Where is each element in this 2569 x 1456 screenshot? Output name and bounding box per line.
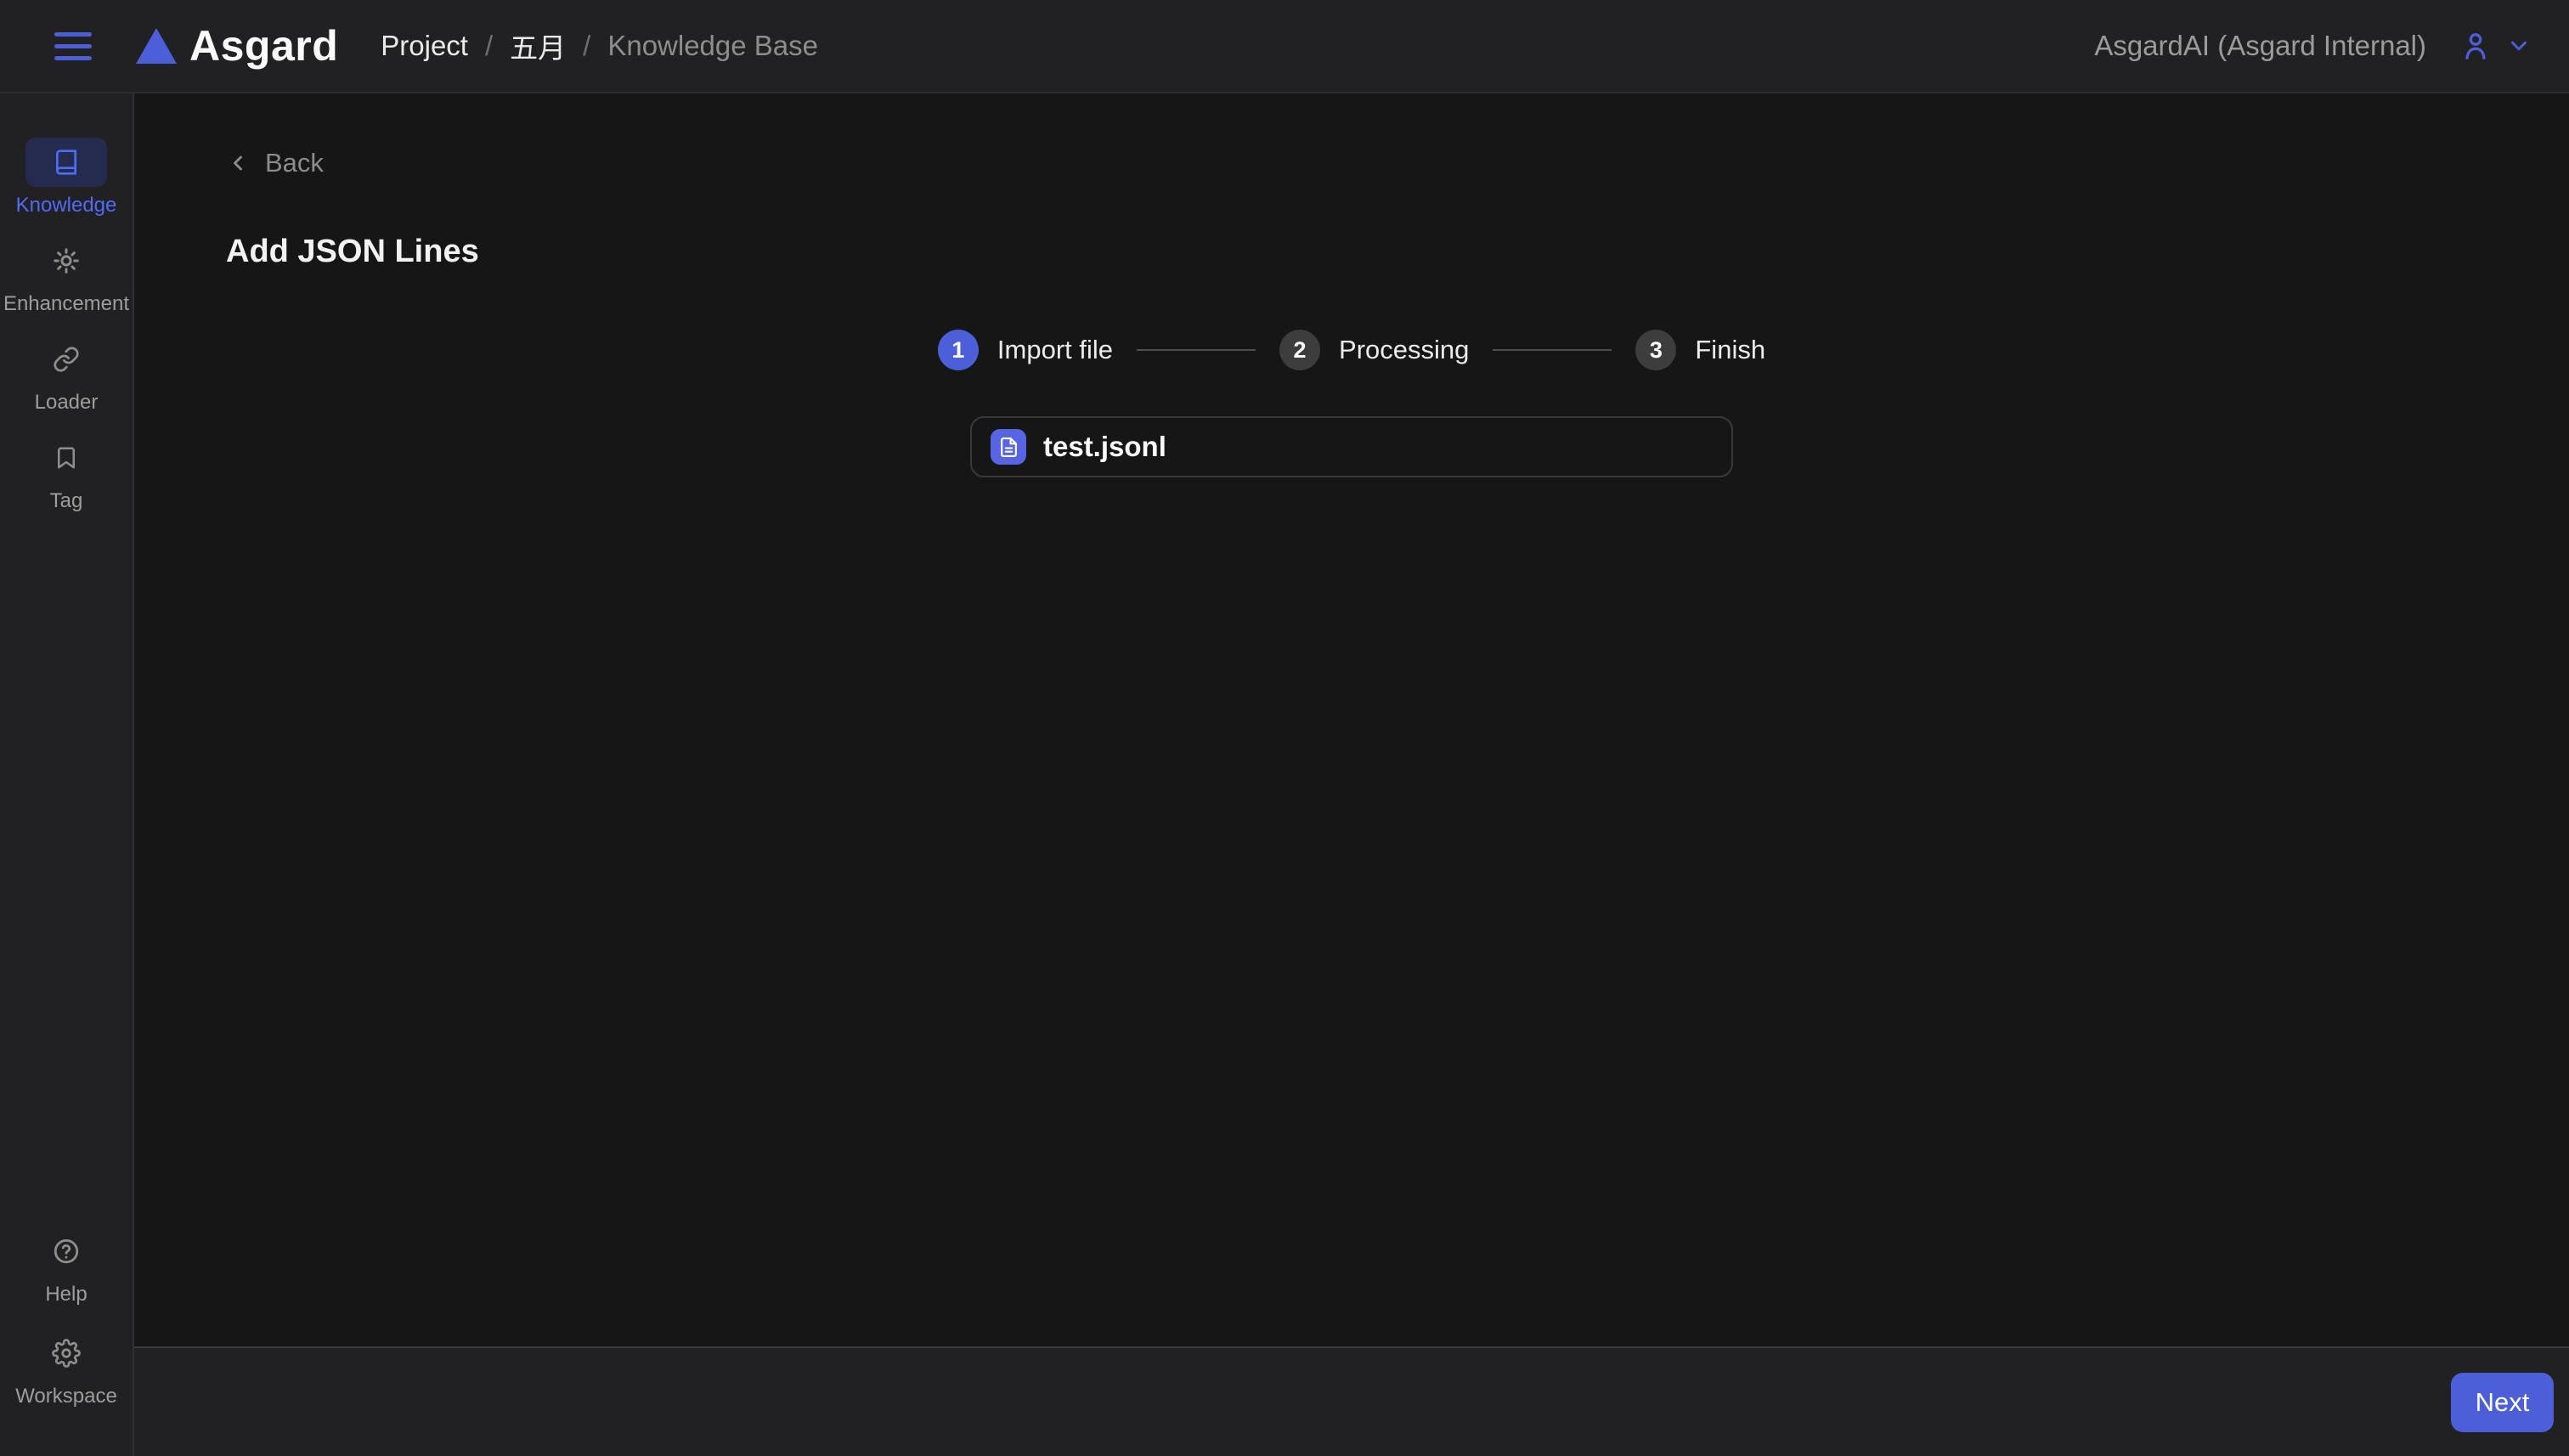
step-processing: 2 Processing	[1279, 330, 1469, 370]
step-label: Finish	[1695, 335, 1765, 365]
file-document-icon	[991, 429, 1026, 465]
book-icon	[25, 138, 107, 187]
question-circle-icon	[25, 1227, 107, 1276]
page-title: Add JSON Lines	[226, 234, 2569, 270]
sidebar: Knowledge Enhancement	[0, 93, 134, 1456]
sidebar-item-label: Tag	[50, 489, 83, 513]
breadcrumb-separator: /	[583, 30, 590, 62]
footer-bar: Next	[134, 1346, 2569, 1456]
main-content: Back Add JSON Lines 1 Import file 2 Proc…	[134, 93, 2569, 1346]
step-number-badge: 2	[1279, 330, 1320, 370]
selected-file-field[interactable]: test.jsonl	[970, 416, 1733, 477]
logo-text: Asgard	[189, 21, 338, 71]
step-number-badge: 3	[1635, 330, 1676, 370]
asgard-logo[interactable]: Asgard	[136, 21, 338, 71]
account-label: AsgardAI (Asgard Internal)	[2094, 30, 2426, 62]
sidebar-bottom-group: Help Workspace	[0, 1227, 133, 1408]
breadcrumb-current-page: Knowledge Base	[607, 30, 818, 62]
person-icon	[2459, 28, 2493, 64]
import-stepper: 1 Import file 2 Processing 3 Finish	[938, 330, 1765, 370]
logo-triangle-icon	[136, 28, 177, 64]
file-name: test.jsonl	[1043, 431, 1166, 463]
step-label: Import file	[997, 335, 1113, 365]
menu-hamburger-icon[interactable]	[54, 32, 92, 60]
sun-icon	[25, 236, 107, 285]
sidebar-item-label: Help	[45, 1283, 87, 1306]
sidebar-item-knowledge[interactable]: Knowledge	[0, 138, 133, 217]
step-finish: 3 Finish	[1635, 330, 1765, 370]
breadcrumb-project[interactable]: Project	[381, 30, 468, 62]
step-connector	[1137, 349, 1256, 351]
next-button[interactable]: Next	[2451, 1373, 2554, 1432]
link-icon	[25, 335, 107, 384]
step-label: Processing	[1339, 335, 1469, 365]
back-label: Back	[265, 148, 324, 178]
chevron-left-icon	[226, 151, 250, 175]
sidebar-item-label: Enhancement	[3, 292, 129, 316]
bookmark-icon	[25, 433, 107, 483]
sidebar-item-enhancement[interactable]: Enhancement	[0, 236, 133, 316]
breadcrumb: Project / 五月 / Knowledge Base	[381, 25, 818, 66]
step-number-badge: 1	[938, 330, 979, 370]
chevron-down-icon	[2506, 33, 2532, 59]
sidebar-item-loader[interactable]: Loader	[0, 335, 133, 415]
breadcrumb-workspace[interactable]: 五月	[510, 25, 566, 66]
back-button[interactable]: Back	[226, 148, 324, 178]
top-header: Asgard Project / 五月 / Knowledge Base Asg…	[0, 0, 2569, 93]
step-connector	[1493, 349, 1612, 351]
sidebar-item-label: Workspace	[15, 1385, 117, 1408]
sidebar-item-label: Loader	[35, 391, 99, 415]
account-menu[interactable]: AsgardAI (Asgard Internal)	[2094, 28, 2532, 64]
gear-icon	[25, 1329, 107, 1378]
sidebar-item-tag[interactable]: Tag	[0, 433, 133, 513]
step-import-file: 1 Import file	[938, 330, 1113, 370]
breadcrumb-separator: /	[485, 30, 493, 62]
sidebar-item-label: Knowledge	[16, 194, 117, 217]
sidebar-item-workspace[interactable]: Workspace	[0, 1329, 133, 1408]
sidebar-item-help[interactable]: Help	[0, 1227, 133, 1306]
